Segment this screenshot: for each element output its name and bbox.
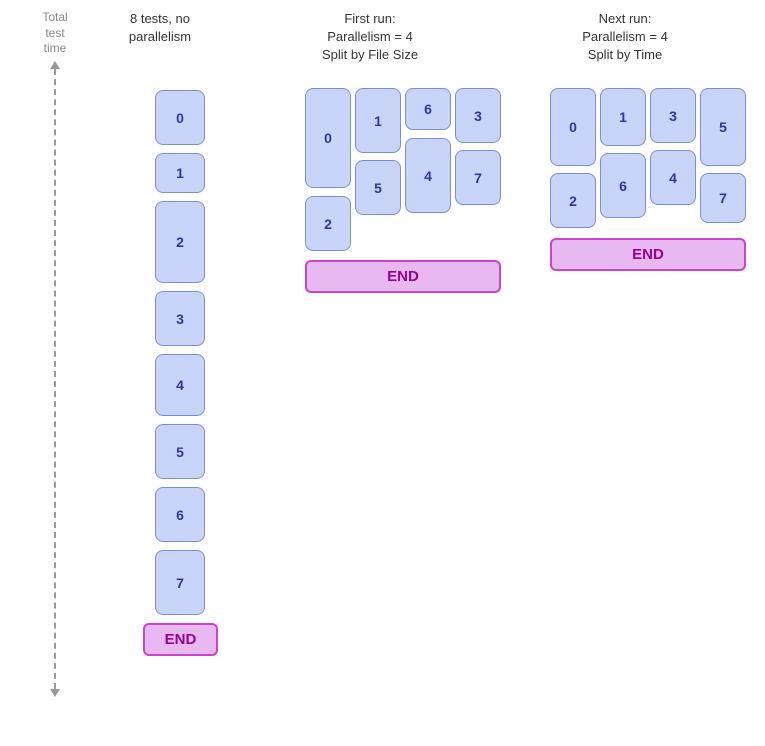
test-box: 2 (305, 196, 351, 251)
test-box: 7 (700, 173, 746, 223)
time-axis-label: Totaltesttime (30, 10, 80, 57)
test-box: 6 (600, 153, 646, 218)
test-box: 3 (455, 88, 501, 143)
arrow-up-icon (50, 61, 60, 69)
col1-header: 8 tests, noparallelism (110, 10, 210, 46)
test-box: 3 (155, 291, 205, 346)
test-box: 5 (700, 88, 746, 166)
test-box: 1 (155, 153, 205, 193)
axis-line (50, 61, 60, 697)
col2-header: First run:Parallelism = 4Split by File S… (285, 10, 455, 65)
test-box: 5 (155, 424, 205, 479)
end-box-col1: END (143, 623, 218, 656)
test-box: 7 (155, 550, 205, 615)
test-box: 4 (405, 138, 451, 213)
col3-header: Next run:Parallelism = 4Split by Time (540, 10, 710, 65)
test-box: 2 (155, 201, 205, 283)
test-box: 1 (355, 88, 401, 153)
test-box: 0 (305, 88, 351, 188)
time-axis: Totaltesttime (30, 10, 80, 697)
test-box: 5 (355, 160, 401, 215)
test-box: 1 (600, 88, 646, 146)
test-box: 3 (650, 88, 696, 143)
end-box-col2: END (305, 260, 501, 293)
test-box: 6 (155, 487, 205, 542)
arrow-down-icon (50, 689, 60, 697)
dashed-line (54, 69, 56, 689)
end-box-col3: END (550, 238, 746, 271)
test-box: 0 (155, 90, 205, 145)
test-box: 4 (650, 150, 696, 205)
test-box: 0 (550, 88, 596, 166)
test-box: 2 (550, 173, 596, 228)
test-box: 7 (455, 150, 501, 205)
test-box: 4 (155, 354, 205, 416)
test-box: 6 (405, 88, 451, 130)
